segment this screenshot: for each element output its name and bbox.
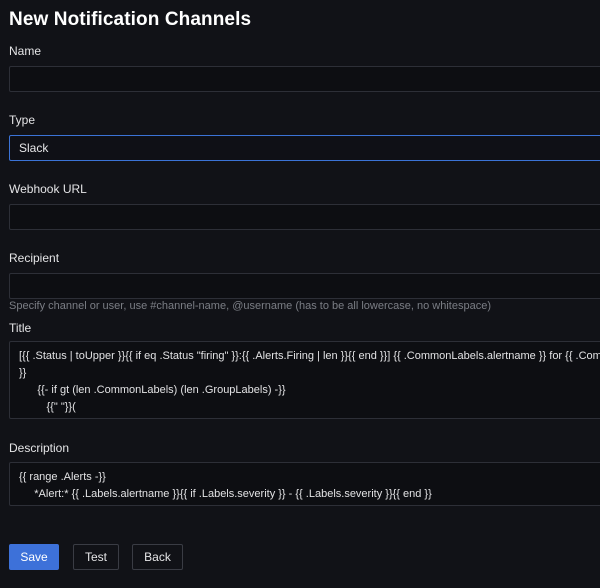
webhook-url-input[interactable] [9,204,600,230]
recipient-hint: Specify channel or user, use #channel-na… [9,300,491,312]
type-label: Type [9,113,36,127]
description-line: {{ range .Alerts -}} [19,471,106,483]
title-line: [{{ .Status | toUpper }}{{ if eq .Status… [19,350,600,362]
page-title: New Notification Channels [9,9,252,30]
save-button[interactable]: Save [9,544,59,570]
description-label: Description [9,441,70,455]
title-line: {{- if gt (len .CommonLabels) (len .Grou… [19,384,286,396]
description-line: *Alert:* {{ .Labels.alertname }}{{ if .L… [19,488,432,500]
back-button[interactable]: Back [132,544,183,570]
title-label: Title [9,321,32,335]
recipient-input[interactable] [9,273,600,299]
description-textarea[interactable]: {{ range .Alerts -}} *Alert:* {{ .Labels… [9,462,600,506]
notification-channel-page: New Notification Channels Name Type Slac… [0,0,600,588]
title-line: }} [19,367,27,379]
recipient-label: Recipient [9,251,60,265]
title-textarea[interactable]: [{{ .Status | toUpper }}{{ if eq .Status… [9,341,600,419]
name-label: Name [9,44,42,58]
name-input[interactable] [9,66,600,92]
webhook-url-label: Webhook URL [9,182,87,196]
type-select[interactable]: Slack [9,135,600,161]
title-line: {{" "}}( [19,401,76,413]
test-button[interactable]: Test [73,544,119,570]
